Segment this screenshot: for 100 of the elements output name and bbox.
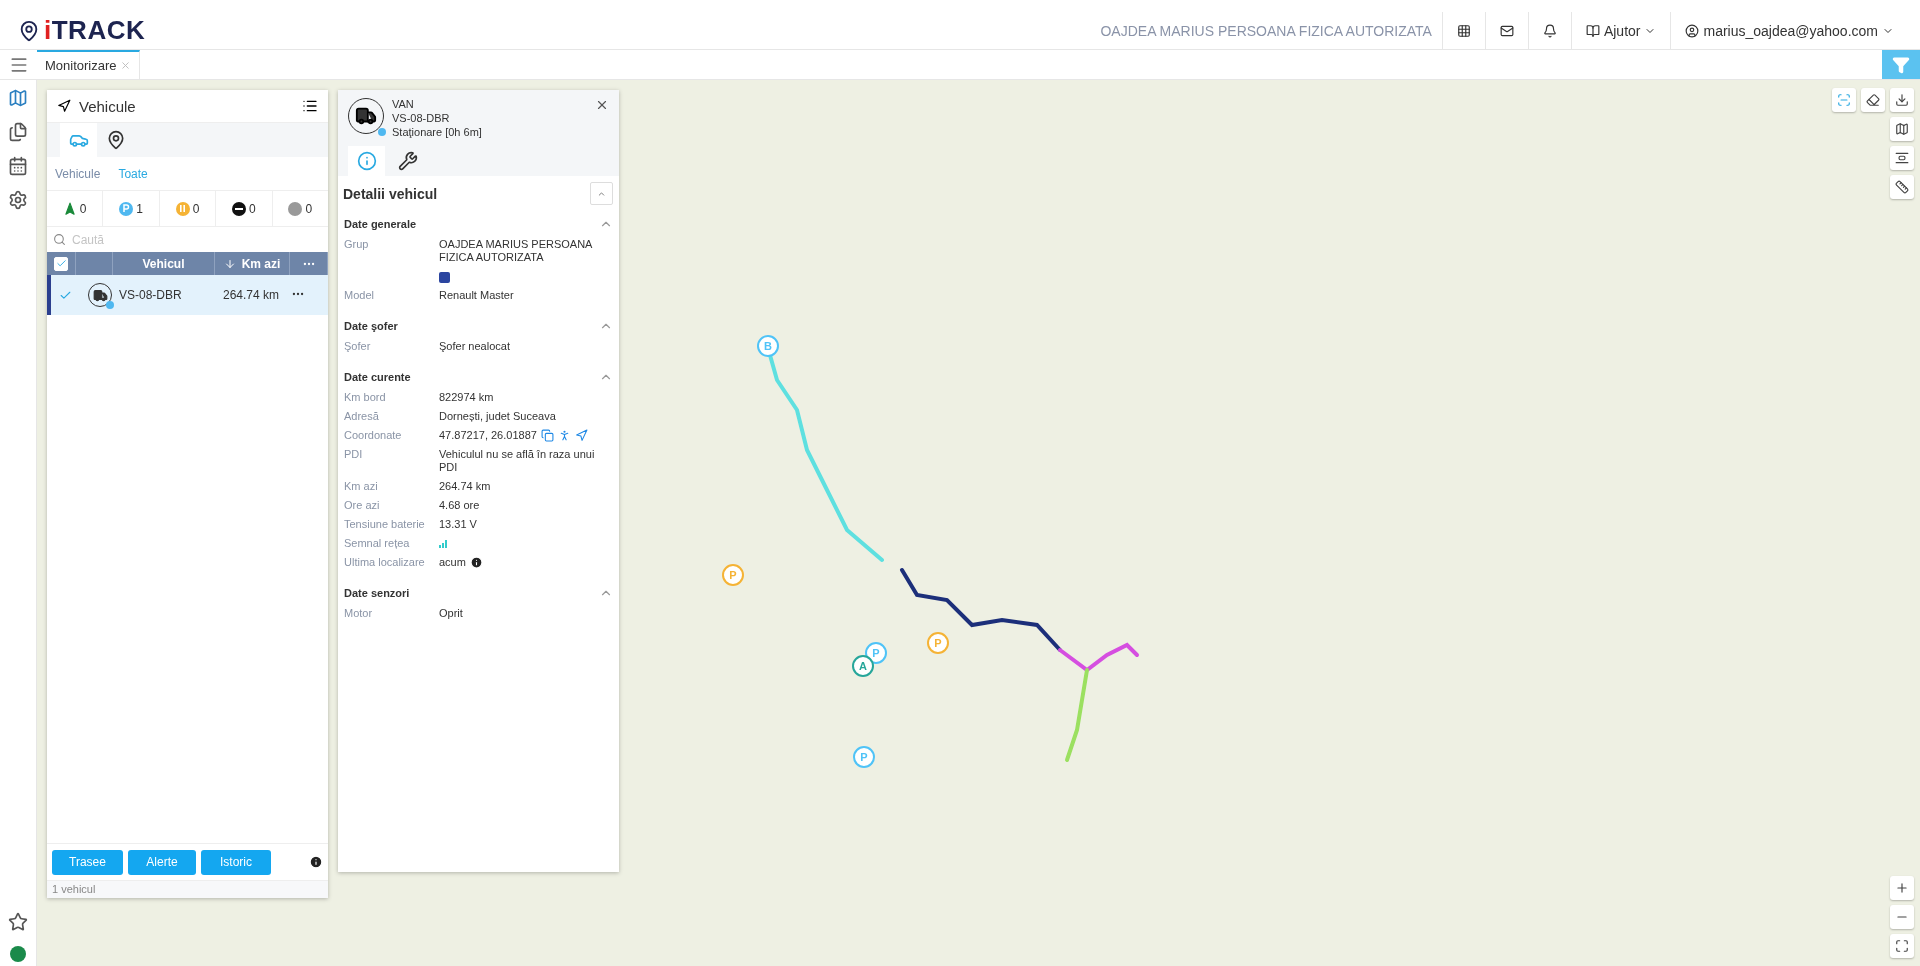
- panel-title: Vehicule: [79, 97, 137, 115]
- field-value: Şofer nealocat: [439, 340, 510, 353]
- logo-pin-icon: [18, 19, 40, 42]
- plate-cell-text: VS-08-DBR: [119, 288, 183, 302]
- vehicle-row[interactable]: VS-08-DBR 264.74 km: [47, 275, 328, 315]
- user-menu[interactable]: marius_oajdea@yahoo.com: [1670, 11, 1908, 50]
- field-label: Km bord: [344, 391, 387, 404]
- book-icon: [1585, 23, 1600, 38]
- align-button[interactable]: [1890, 146, 1914, 170]
- download-icon: [1895, 93, 1909, 107]
- map-marker: P: [853, 746, 875, 768]
- field-value: 47.87217, 26.01887: [439, 429, 537, 442]
- calendar-icon[interactable]: [8, 156, 28, 176]
- status-filter[interactable]: 1: [103, 191, 160, 226]
- field-label: Semnal rețea: [344, 537, 411, 550]
- field-value: 264.74 km: [439, 480, 491, 493]
- field-label: Grup: [344, 238, 370, 252]
- scan-icon: [1837, 93, 1851, 107]
- status-dot: [10, 946, 26, 962]
- map-marker: A: [852, 655, 874, 677]
- mail-icon: [1499, 23, 1514, 38]
- field-label: Ultima localizare: [344, 556, 426, 569]
- star-icon[interactable]: [8, 912, 28, 932]
- pause-icon: [175, 201, 190, 216]
- company-name: OAJDEA MARIUS PERSOANA FIZICA AUTORIZATA: [1099, 22, 1433, 39]
- info-icon[interactable]: [469, 556, 483, 569]
- section-title: Date generale: [344, 218, 418, 230]
- plus-icon: [1895, 881, 1909, 895]
- copy-icon[interactable]: [540, 429, 554, 442]
- help-menu[interactable]: Ajutor: [1570, 11, 1671, 50]
- ruler-button[interactable]: [1890, 175, 1914, 199]
- sort-icon[interactable]: [223, 257, 236, 270]
- field-value: Oprit: [439, 607, 463, 620]
- info-icon[interactable]: [309, 855, 323, 869]
- column-header[interactable]: Km azi: [241, 256, 281, 271]
- map-layers-button[interactable]: [1890, 117, 1914, 141]
- map-marker: P: [865, 642, 887, 664]
- settings-icon[interactable]: [8, 190, 28, 210]
- reports-icon[interactable]: [8, 122, 28, 142]
- field-label: Motor: [344, 607, 374, 620]
- download-button[interactable]: [1890, 88, 1914, 112]
- fullscreen-button[interactable]: [1890, 934, 1914, 958]
- vehicle-type: VAN: [392, 98, 415, 110]
- map-marker: P: [722, 564, 744, 586]
- field-value: acum: [439, 556, 466, 569]
- field-value: Vehiculul nu se află în raza unui PDI: [439, 448, 596, 474]
- section-title: Date senzori: [344, 587, 411, 599]
- select-all-checkbox[interactable]: [54, 256, 68, 271]
- close-icon: [595, 98, 609, 112]
- panel-title: Detalii vehicul: [343, 185, 439, 202]
- field-label: Ore azi: [344, 499, 381, 512]
- itrack-logo: iTRACK: [44, 15, 146, 46]
- page-tab[interactable]: Monitorizare: [37, 50, 140, 79]
- filter-icon: [1892, 55, 1910, 74]
- bell-icon: [1542, 23, 1557, 38]
- field-label: Şofer: [344, 340, 372, 353]
- status-filter[interactable]: 0: [216, 191, 273, 226]
- map-icon[interactable]: [8, 88, 28, 108]
- vehicle-plate: VS-08-DBR: [392, 112, 451, 124]
- field-value: Dornești, judet Suceava: [439, 410, 556, 423]
- field-value: 4.68 ore: [439, 499, 480, 512]
- list-icon[interactable]: [302, 98, 318, 114]
- filter-tab[interactable]: Vehicule: [55, 166, 101, 181]
- parking-icon: [119, 201, 134, 216]
- status-filter[interactable]: 0: [159, 191, 217, 226]
- signal-icon: [439, 539, 448, 548]
- field-label: Km azi: [344, 480, 379, 493]
- map-marker: B: [757, 335, 779, 357]
- check-icon: [55, 258, 67, 269]
- km-cell-text: 264.74 km: [221, 288, 279, 302]
- field-label: Coordonate: [344, 429, 403, 442]
- map-icon: [1895, 122, 1909, 136]
- field-label: Model: [344, 289, 375, 302]
- info-icon: [356, 151, 377, 171]
- arrow-icon: [62, 201, 77, 216]
- status-filter[interactable]: 0: [47, 191, 104, 226]
- vehicle-count: 1 vehicul: [47, 880, 328, 898]
- directions-icon[interactable]: [574, 429, 588, 442]
- field-value: OAJDEA MARIUS PERSOANA FIZICA AUTORIZATA: [439, 238, 593, 264]
- column-header[interactable]: Vehicul: [142, 256, 185, 271]
- fullscreen-icon: [1895, 939, 1909, 953]
- search-icon: [53, 233, 66, 246]
- status-filter[interactable]: 0: [272, 191, 329, 226]
- section-title: Date curente: [344, 371, 412, 383]
- align-icon: [1895, 151, 1909, 165]
- eraser-icon: [1866, 93, 1880, 107]
- eraser-button[interactable]: [1861, 88, 1885, 112]
- map-marker: P: [927, 632, 949, 654]
- zoom-out-button[interactable]: [1890, 905, 1914, 929]
- navigation-icon: [57, 99, 71, 113]
- field-label: Tensiune baterie: [344, 518, 426, 531]
- field-value: Renault Master: [439, 289, 514, 302]
- zoom-in-button[interactable]: [1890, 876, 1914, 900]
- field-label: PDI: [344, 448, 364, 462]
- field-value: 822974 km: [439, 391, 494, 404]
- ruler-icon: [1895, 180, 1909, 194]
- grid-icon: [1456, 23, 1471, 38]
- vehicle-status: Staţionare [0h 6m]: [392, 126, 483, 138]
- user-icon: [1685, 23, 1700, 38]
- field-value: 13.31 V: [439, 518, 477, 531]
